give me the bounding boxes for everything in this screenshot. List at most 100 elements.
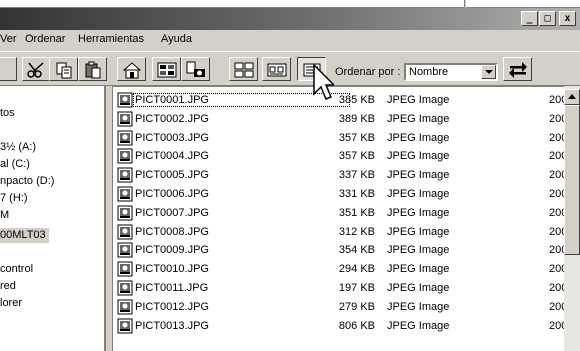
file-size: 294 KB bbox=[338, 263, 375, 276]
file-name: PICT0006.JPG bbox=[135, 188, 209, 200]
file-type: JPEG Image bbox=[387, 319, 450, 332]
file-name: PICT0013.JPG bbox=[135, 319, 209, 332]
file-row[interactable]: PICT0007.JPG 351 KB JPEG Image 200 bbox=[113, 204, 565, 222]
close-button[interactable]: x bbox=[559, 11, 576, 26]
tree-item[interactable]: 7 (H:) bbox=[0, 191, 28, 206]
file-row[interactable]: PICT0003.JPG 357 KB JPEG Image 200 bbox=[113, 129, 565, 147]
file-name: PICT0003.JPG bbox=[135, 131, 209, 144]
tree-item[interactable]: lorer bbox=[0, 296, 22, 311]
jpeg-file-icon bbox=[117, 242, 133, 258]
file-type: JPEG Image bbox=[387, 169, 450, 182]
file-name: PICT0005.JPG bbox=[135, 169, 209, 182]
file-size: 337 KB bbox=[338, 169, 375, 182]
file-size: 389 KB bbox=[338, 112, 375, 125]
file-size: 354 KB bbox=[338, 244, 375, 257]
sort-order-button[interactable] bbox=[503, 57, 532, 81]
tree-item[interactable]: control bbox=[0, 262, 33, 277]
file-type: JPEG Image bbox=[387, 131, 450, 144]
file-size: 351 KB bbox=[338, 206, 375, 219]
parent-window-strip bbox=[0, 0, 580, 8]
file-size: 331 KB bbox=[338, 188, 375, 200]
file-date: 200 bbox=[549, 131, 565, 144]
file-type: JPEG Image bbox=[387, 206, 450, 219]
restore-button[interactable]: □ bbox=[539, 11, 556, 26]
vertical-scrollbar[interactable] bbox=[564, 86, 580, 351]
tree-item-selected[interactable]: 00MLT03 bbox=[0, 228, 49, 243]
jpeg-file-icon bbox=[117, 299, 133, 315]
jpeg-file-icon bbox=[117, 167, 133, 183]
back-partial-button[interactable] bbox=[0, 57, 17, 81]
toolbar: Ordenar por : Nombre bbox=[0, 51, 580, 86]
file-name: PICT0012.JPG bbox=[135, 300, 209, 313]
file-row[interactable]: PICT0002.JPG 389 KB JPEG Image 200 bbox=[113, 110, 565, 128]
file-type: JPEG Image bbox=[387, 112, 450, 125]
file-size: 806 KB bbox=[338, 319, 375, 332]
file-row[interactable]: PICT0001.JPG385 KBJPEG Image200 bbox=[113, 91, 565, 109]
file-date: 200 bbox=[549, 188, 565, 200]
file-row[interactable]: PICT0005.JPG 337 KB JPEG Image 200 bbox=[113, 166, 565, 184]
menu-ayuda[interactable]: Ayuda bbox=[161, 33, 192, 45]
file-row[interactable]: PICT0004.JPG 357 KB JPEG Image 200 bbox=[113, 147, 565, 165]
minimize-button[interactable]: _ bbox=[521, 11, 538, 26]
tree-item[interactable]: 3½ (A:) bbox=[0, 140, 36, 155]
file-name: PICT0002.JPG bbox=[135, 112, 209, 125]
file-row[interactable]: PICT0011.JPG 197 KB JPEG Image 200 bbox=[113, 279, 565, 297]
tree-item[interactable]: M bbox=[0, 208, 9, 223]
jpeg-file-icon bbox=[117, 261, 133, 277]
list-view-button[interactable] bbox=[262, 57, 291, 81]
jpeg-file-icon bbox=[117, 205, 133, 221]
slideshow-button[interactable] bbox=[152, 57, 181, 81]
chevron-down-icon[interactable] bbox=[481, 65, 496, 79]
slideshow-icon bbox=[157, 62, 177, 78]
file-date: 200 bbox=[549, 244, 565, 257]
file-row[interactable]: PICT0009.JPG 354 KB JPEG Image 200 bbox=[113, 241, 565, 259]
file-type: JPEG Image bbox=[387, 94, 450, 106]
tree-item[interactable]: npacto (D:) bbox=[0, 174, 54, 189]
cut-button[interactable] bbox=[22, 57, 51, 81]
scroll-thumb[interactable] bbox=[564, 105, 580, 255]
file-row[interactable]: PICT0008.JPG 312 KB JPEG Image 200 bbox=[113, 223, 565, 241]
title-bar[interactable] bbox=[0, 8, 580, 30]
file-row[interactable]: PICT0012.JPG 279 KB JPEG Image 200 bbox=[113, 298, 565, 316]
file-name: PICT0009.JPG bbox=[135, 244, 209, 257]
paste-button[interactable] bbox=[78, 57, 107, 81]
file-date: 200 bbox=[549, 94, 565, 106]
cut-icon bbox=[27, 62, 44, 78]
file-row[interactable]: PICT0013.JPG 806 KB JPEG Image 200 bbox=[113, 317, 565, 335]
file-date: 200 bbox=[549, 206, 565, 219]
file-size: 357 KB bbox=[338, 131, 375, 144]
jpeg-file-icon bbox=[117, 148, 133, 164]
file-date: 200 bbox=[549, 225, 565, 238]
strip-separator bbox=[464, 0, 466, 8]
copy-button[interactable] bbox=[49, 57, 78, 81]
menu-ordenar[interactable]: Ordenar bbox=[25, 33, 65, 45]
file-type: JPEG Image bbox=[387, 263, 450, 276]
sort-by-select[interactable]: Nombre bbox=[404, 63, 498, 81]
menu-herramientas[interactable]: Herramientas bbox=[78, 33, 144, 45]
file-row[interactable]: PICT0010.JPG 294 KB JPEG Image 200 bbox=[113, 260, 565, 278]
jpeg-file-icon bbox=[117, 186, 133, 202]
tree-item[interactable]: al (C:) bbox=[0, 157, 30, 172]
camera-import-button[interactable] bbox=[181, 57, 210, 81]
file-date: 200 bbox=[549, 150, 565, 163]
file-type: JPEG Image bbox=[387, 300, 450, 313]
file-row[interactable]: PICT0006.JPG 331 KB JPEG Image 200 bbox=[113, 185, 565, 203]
tree-item[interactable]: red bbox=[0, 279, 16, 294]
sort-by-value: Nombre bbox=[409, 66, 449, 78]
sort-order-icon bbox=[509, 62, 527, 78]
tree-item[interactable]: tos bbox=[0, 106, 15, 121]
home-folder-button[interactable] bbox=[117, 57, 146, 81]
jpeg-file-icon bbox=[117, 92, 133, 108]
menu-bar: Ver Ordenar Herramientas Ayuda bbox=[0, 30, 580, 50]
file-name: PICT0011.JPG bbox=[135, 282, 209, 294]
thumbnails-view-button[interactable] bbox=[229, 57, 258, 81]
mouse-pointer-icon bbox=[313, 64, 334, 100]
file-name: PICT0007.JPG bbox=[135, 206, 209, 219]
folder-tree: tos 3½ (A:) al (C:) npacto (D:) 7 (H:) M… bbox=[0, 86, 106, 351]
file-size: 279 KB bbox=[338, 300, 375, 313]
scroll-up-button[interactable] bbox=[564, 89, 580, 105]
menu-ver[interactable]: Ver bbox=[0, 33, 17, 45]
jpeg-file-icon bbox=[117, 111, 133, 127]
thumbnails-icon bbox=[234, 62, 254, 78]
file-type: JPEG Image bbox=[387, 282, 450, 294]
